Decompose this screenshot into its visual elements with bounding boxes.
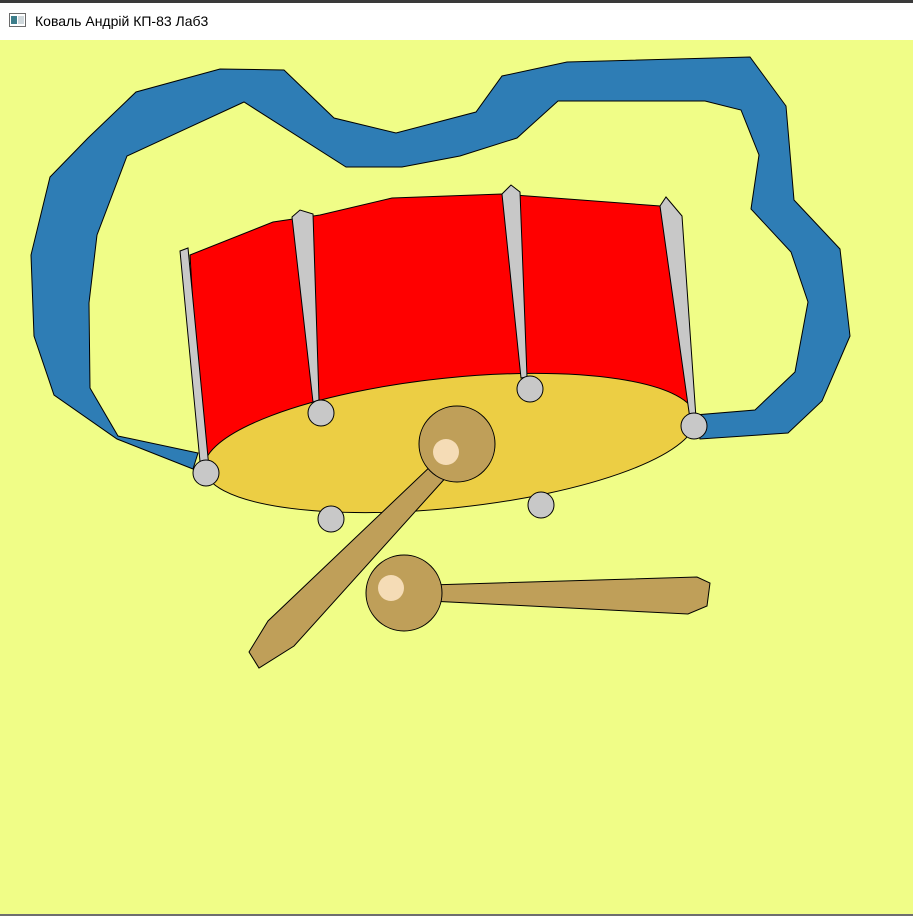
title-bar[interactable]: Коваль Андрій КП-83 Лаб3 xyxy=(0,3,913,40)
window-title: Коваль Андрій КП-83 Лаб3 xyxy=(35,13,209,29)
drum-lug xyxy=(680,412,708,440)
app-window: Коваль Андрій КП-83 Лаб3 xyxy=(0,0,913,916)
left-drumstick-tip-highlight xyxy=(433,439,459,465)
drum-lug xyxy=(317,505,345,533)
left-drumstick-tip xyxy=(418,405,496,483)
right-drumstick-tip-highlight xyxy=(378,575,404,601)
drawing-canvas xyxy=(0,40,913,914)
drum-lug xyxy=(307,399,335,427)
drum-lug xyxy=(516,375,544,403)
right-drumstick-tip xyxy=(365,554,443,632)
drum-lug xyxy=(192,459,220,487)
window-app-icon[interactable] xyxy=(9,13,26,27)
drum-lug xyxy=(527,491,555,519)
